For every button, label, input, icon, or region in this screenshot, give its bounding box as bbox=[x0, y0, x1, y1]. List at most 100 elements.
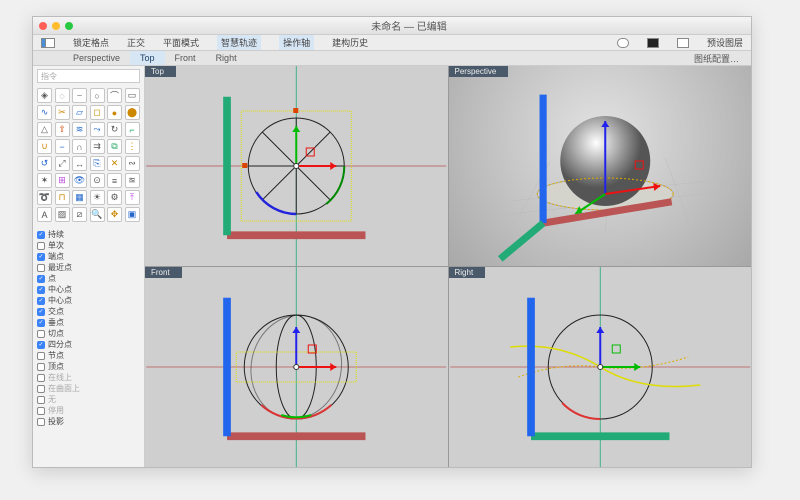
checkbox-icon[interactable] bbox=[37, 330, 45, 338]
checkbox-icon[interactable] bbox=[37, 341, 45, 349]
tool-pointer[interactable]: ◈ bbox=[37, 88, 52, 103]
checkbox-icon[interactable] bbox=[37, 253, 45, 261]
tool-fillet[interactable]: ⌐ bbox=[125, 122, 140, 137]
layer-preset[interactable]: 预设图层 bbox=[707, 36, 743, 49]
history-toggle[interactable]: 建构历史 bbox=[332, 36, 368, 49]
viewport-label[interactable]: Perspective bbox=[449, 66, 509, 77]
osnap-item[interactable]: 单次 bbox=[37, 240, 140, 251]
checkbox-icon[interactable] bbox=[37, 308, 45, 316]
tool-revolve[interactable]: ↻ bbox=[107, 122, 122, 137]
tool-scale[interactable]: ⤢ bbox=[55, 156, 70, 171]
checkbox-icon[interactable] bbox=[37, 374, 45, 382]
minimize-icon[interactable] bbox=[52, 22, 60, 30]
tool-show[interactable]: ⊙ bbox=[90, 173, 105, 188]
tool-text[interactable]: A bbox=[37, 207, 52, 222]
tool-rectangle[interactable]: ▭ bbox=[125, 88, 140, 103]
tool-cap[interactable]: ⊓ bbox=[55, 190, 70, 205]
checkbox-icon[interactable] bbox=[37, 319, 45, 327]
tool-view[interactable]: ▣ bbox=[125, 207, 140, 222]
planar-toggle[interactable]: 平面模式 bbox=[163, 36, 199, 49]
osnap-item[interactable]: 中心点 bbox=[37, 295, 140, 306]
checkbox-icon[interactable] bbox=[37, 407, 45, 415]
gumball-toggle[interactable]: 操作轴 bbox=[279, 35, 314, 50]
ortho-toggle[interactable]: 正交 bbox=[127, 36, 145, 49]
checkbox-icon[interactable] bbox=[37, 363, 45, 371]
tool-explode[interactable]: ✶ bbox=[37, 173, 52, 188]
tool-join[interactable]: ∾ bbox=[125, 156, 140, 171]
command-input[interactable]: 指令 bbox=[37, 69, 140, 83]
osnap-item[interactable]: 中心点 bbox=[37, 284, 140, 295]
checkbox-icon[interactable] bbox=[37, 275, 45, 283]
tool-rotate[interactable]: ↺ bbox=[37, 156, 52, 171]
tool-match[interactable]: ≊ bbox=[125, 173, 140, 188]
checkbox-icon[interactable] bbox=[37, 264, 45, 272]
tool-arc[interactable]: ⌒ bbox=[107, 88, 122, 103]
viewport-label[interactable]: Top bbox=[145, 66, 176, 77]
tool-pan[interactable]: ✥ bbox=[107, 207, 122, 222]
tool-render[interactable]: ☀ bbox=[90, 190, 105, 205]
tool-hide[interactable]: 👁 bbox=[72, 173, 87, 188]
tool-mesh[interactable]: ▦ bbox=[72, 190, 87, 205]
checkbox-icon[interactable] bbox=[37, 418, 45, 426]
color-swatch-dark[interactable] bbox=[647, 38, 659, 48]
tool-boolean-intersect[interactable]: ∩ bbox=[72, 139, 87, 154]
osnap-item[interactable]: 最近点 bbox=[37, 262, 140, 273]
tool-dim[interactable]: ⤒ bbox=[125, 190, 140, 205]
osnap-item[interactable]: 切点 bbox=[37, 328, 140, 339]
osnap-item[interactable]: 点 bbox=[37, 273, 140, 284]
viewport-right[interactable]: Right bbox=[449, 267, 752, 467]
tool-split[interactable]: ✕ bbox=[107, 156, 122, 171]
viewport-perspective[interactable]: Perspective bbox=[449, 66, 752, 266]
tool-surface-plane[interactable]: ▱ bbox=[72, 105, 87, 120]
osnap-item[interactable]: 垂点 bbox=[37, 317, 140, 328]
tool-layer[interactable]: ≡ bbox=[107, 173, 122, 188]
tool-trim[interactable]: ✂ bbox=[55, 105, 70, 120]
osnap-item[interactable]: 投影 bbox=[37, 416, 140, 427]
osnap-item[interactable]: 四分点 bbox=[37, 339, 140, 350]
tool-cone[interactable]: △ bbox=[37, 122, 52, 137]
viewport-label[interactable]: Front bbox=[145, 267, 182, 278]
tool-extrude[interactable]: ⇧ bbox=[55, 122, 70, 137]
tool-copy[interactable]: ⎘ bbox=[90, 156, 105, 171]
osnap-item[interactable]: 顶点 bbox=[37, 361, 140, 372]
tool-boolean-diff[interactable]: − bbox=[55, 139, 70, 154]
tool-loft[interactable]: ≋ bbox=[72, 122, 87, 137]
tool-box[interactable]: ◻ bbox=[90, 105, 105, 120]
checkbox-icon[interactable] bbox=[37, 396, 45, 404]
osnap-item[interactable]: 无 bbox=[37, 394, 140, 405]
tool-cylinder[interactable]: ⬤ bbox=[125, 105, 140, 120]
tool-array[interactable]: ⋮ bbox=[125, 139, 140, 154]
checkbox-icon[interactable] bbox=[37, 352, 45, 360]
checkbox-icon[interactable] bbox=[37, 297, 45, 305]
smarttrack-toggle[interactable]: 智慧轨迹 bbox=[217, 35, 261, 50]
tab-top[interactable]: Top bbox=[130, 51, 165, 65]
tab-perspective[interactable]: Perspective bbox=[63, 51, 130, 65]
tool-hatch[interactable]: ▨ bbox=[55, 207, 70, 222]
close-icon[interactable] bbox=[39, 22, 47, 30]
tool-sphere[interactable]: ● bbox=[107, 105, 122, 120]
osnap-item[interactable]: 交点 bbox=[37, 306, 140, 317]
tool-move[interactable]: ↔ bbox=[72, 156, 87, 171]
osnap-item[interactable]: 在线上 bbox=[37, 372, 140, 383]
tool-section[interactable]: ⧄ bbox=[72, 207, 87, 222]
osnap-item[interactable]: 在曲面上 bbox=[37, 383, 140, 394]
tab-front[interactable]: Front bbox=[165, 51, 206, 65]
tool-sweep[interactable]: ⤳ bbox=[90, 122, 105, 137]
tool-boolean-union[interactable]: ∪ bbox=[37, 139, 52, 154]
layout-config[interactable]: 图纸配置… bbox=[684, 50, 751, 67]
checkbox-icon[interactable] bbox=[37, 385, 45, 393]
viewport-front[interactable]: Front bbox=[145, 267, 448, 467]
viewport-top[interactable]: Top bbox=[145, 66, 448, 266]
checkbox-icon[interactable] bbox=[37, 242, 45, 250]
color-swatch-white[interactable] bbox=[677, 38, 689, 48]
color-swatch-light[interactable] bbox=[617, 38, 629, 48]
tool-circle[interactable]: ○ bbox=[90, 88, 105, 103]
osnap-item[interactable]: 端点 bbox=[37, 251, 140, 262]
zoom-icon[interactable] bbox=[65, 22, 73, 30]
tab-right[interactable]: Right bbox=[206, 51, 247, 65]
osnap-item[interactable]: 节点 bbox=[37, 350, 140, 361]
osnap-item[interactable]: 停用 bbox=[37, 405, 140, 416]
tool-group[interactable]: ⊞ bbox=[55, 173, 70, 188]
sidebar-toggle-icon[interactable] bbox=[41, 38, 55, 48]
tool-curve[interactable]: ∿ bbox=[37, 105, 52, 120]
